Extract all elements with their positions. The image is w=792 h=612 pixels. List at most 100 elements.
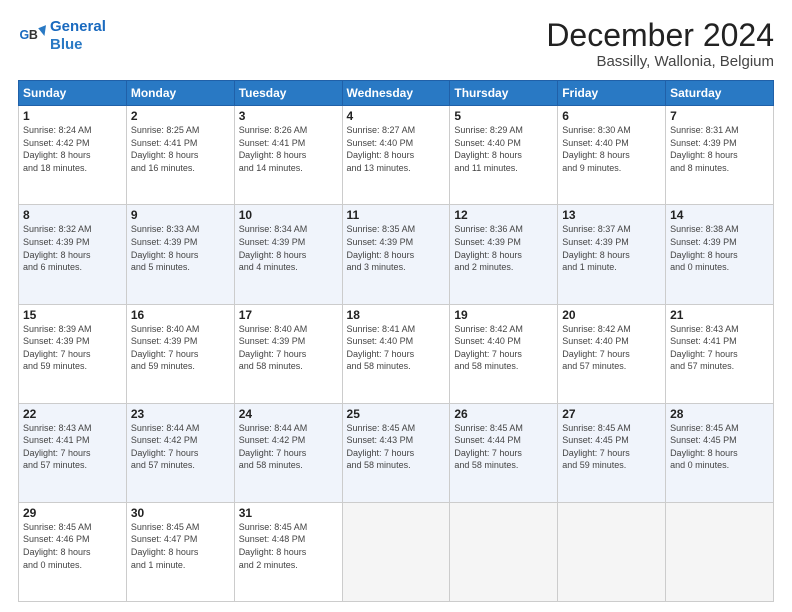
day-number: 12 <box>454 208 553 222</box>
day-number: 17 <box>239 308 338 322</box>
calendar-cell: 15Sunrise: 8:39 AMSunset: 4:39 PMDayligh… <box>19 304 127 403</box>
calendar-cell <box>342 502 450 601</box>
day-number: 28 <box>670 407 769 421</box>
day-number: 6 <box>562 109 661 123</box>
calendar-week-row: 1Sunrise: 8:24 AMSunset: 4:42 PMDaylight… <box>19 106 774 205</box>
logo-text: General Blue <box>50 18 106 54</box>
day-number: 5 <box>454 109 553 123</box>
day-info: Sunrise: 8:45 AMSunset: 4:47 PMDaylight:… <box>131 521 230 571</box>
day-info: Sunrise: 8:45 AMSunset: 4:45 PMDaylight:… <box>562 422 661 472</box>
day-number: 26 <box>454 407 553 421</box>
day-info: Sunrise: 8:33 AMSunset: 4:39 PMDaylight:… <box>131 223 230 273</box>
calendar-cell: 1Sunrise: 8:24 AMSunset: 4:42 PMDaylight… <box>19 106 127 205</box>
weekday-header-monday: Monday <box>126 81 234 106</box>
calendar-cell: 4Sunrise: 8:27 AMSunset: 4:40 PMDaylight… <box>342 106 450 205</box>
day-info: Sunrise: 8:30 AMSunset: 4:40 PMDaylight:… <box>562 124 661 174</box>
calendar-cell: 13Sunrise: 8:37 AMSunset: 4:39 PMDayligh… <box>558 205 666 304</box>
calendar-cell: 19Sunrise: 8:42 AMSunset: 4:40 PMDayligh… <box>450 304 558 403</box>
day-number: 2 <box>131 109 230 123</box>
day-info: Sunrise: 8:45 AMSunset: 4:46 PMDaylight:… <box>23 521 122 571</box>
weekday-header-row: SundayMondayTuesdayWednesdayThursdayFrid… <box>19 81 774 106</box>
calendar-cell: 14Sunrise: 8:38 AMSunset: 4:39 PMDayligh… <box>666 205 774 304</box>
day-number: 14 <box>670 208 769 222</box>
day-info: Sunrise: 8:45 AMSunset: 4:48 PMDaylight:… <box>239 521 338 571</box>
day-info: Sunrise: 8:34 AMSunset: 4:39 PMDaylight:… <box>239 223 338 273</box>
header: G B General Blue December 2024 Bassilly,… <box>18 18 774 70</box>
calendar-cell: 24Sunrise: 8:44 AMSunset: 4:42 PMDayligh… <box>234 403 342 502</box>
calendar-table: SundayMondayTuesdayWednesdayThursdayFrid… <box>18 80 774 602</box>
day-number: 20 <box>562 308 661 322</box>
day-number: 8 <box>23 208 122 222</box>
day-number: 31 <box>239 506 338 520</box>
day-number: 21 <box>670 308 769 322</box>
day-info: Sunrise: 8:42 AMSunset: 4:40 PMDaylight:… <box>562 323 661 373</box>
day-info: Sunrise: 8:26 AMSunset: 4:41 PMDaylight:… <box>239 124 338 174</box>
calendar-cell: 27Sunrise: 8:45 AMSunset: 4:45 PMDayligh… <box>558 403 666 502</box>
calendar-cell <box>558 502 666 601</box>
calendar-week-row: 15Sunrise: 8:39 AMSunset: 4:39 PMDayligh… <box>19 304 774 403</box>
day-info: Sunrise: 8:29 AMSunset: 4:40 PMDaylight:… <box>454 124 553 174</box>
title-block: December 2024 Bassilly, Wallonia, Belgiu… <box>546 18 774 70</box>
calendar-cell: 10Sunrise: 8:34 AMSunset: 4:39 PMDayligh… <box>234 205 342 304</box>
calendar-cell: 16Sunrise: 8:40 AMSunset: 4:39 PMDayligh… <box>126 304 234 403</box>
day-info: Sunrise: 8:43 AMSunset: 4:41 PMDaylight:… <box>23 422 122 472</box>
calendar-cell: 18Sunrise: 8:41 AMSunset: 4:40 PMDayligh… <box>342 304 450 403</box>
day-number: 22 <box>23 407 122 421</box>
logo-icon: G B <box>18 22 46 50</box>
day-info: Sunrise: 8:25 AMSunset: 4:41 PMDaylight:… <box>131 124 230 174</box>
calendar-cell: 8Sunrise: 8:32 AMSunset: 4:39 PMDaylight… <box>19 205 127 304</box>
day-info: Sunrise: 8:36 AMSunset: 4:39 PMDaylight:… <box>454 223 553 273</box>
day-info: Sunrise: 8:42 AMSunset: 4:40 PMDaylight:… <box>454 323 553 373</box>
day-info: Sunrise: 8:41 AMSunset: 4:40 PMDaylight:… <box>347 323 446 373</box>
day-info: Sunrise: 8:45 AMSunset: 4:45 PMDaylight:… <box>670 422 769 472</box>
calendar-cell: 22Sunrise: 8:43 AMSunset: 4:41 PMDayligh… <box>19 403 127 502</box>
day-info: Sunrise: 8:39 AMSunset: 4:39 PMDaylight:… <box>23 323 122 373</box>
day-info: Sunrise: 8:35 AMSunset: 4:39 PMDaylight:… <box>347 223 446 273</box>
day-number: 11 <box>347 208 446 222</box>
calendar-cell: 12Sunrise: 8:36 AMSunset: 4:39 PMDayligh… <box>450 205 558 304</box>
day-number: 23 <box>131 407 230 421</box>
weekday-header-saturday: Saturday <box>666 81 774 106</box>
svg-text:B: B <box>29 28 38 42</box>
day-info: Sunrise: 8:31 AMSunset: 4:39 PMDaylight:… <box>670 124 769 174</box>
svg-text:G: G <box>20 28 30 42</box>
page: G B General Blue December 2024 Bassilly,… <box>0 0 792 612</box>
calendar-cell: 17Sunrise: 8:40 AMSunset: 4:39 PMDayligh… <box>234 304 342 403</box>
day-info: Sunrise: 8:44 AMSunset: 4:42 PMDaylight:… <box>131 422 230 472</box>
month-title: December 2024 <box>546 18 774 53</box>
logo-line1: General <box>50 18 106 35</box>
calendar-cell: 20Sunrise: 8:42 AMSunset: 4:40 PMDayligh… <box>558 304 666 403</box>
calendar-cell: 3Sunrise: 8:26 AMSunset: 4:41 PMDaylight… <box>234 106 342 205</box>
calendar-cell: 9Sunrise: 8:33 AMSunset: 4:39 PMDaylight… <box>126 205 234 304</box>
logo-line2: Blue <box>50 36 106 54</box>
calendar-cell: 23Sunrise: 8:44 AMSunset: 4:42 PMDayligh… <box>126 403 234 502</box>
day-number: 19 <box>454 308 553 322</box>
calendar-cell: 26Sunrise: 8:45 AMSunset: 4:44 PMDayligh… <box>450 403 558 502</box>
calendar-cell: 7Sunrise: 8:31 AMSunset: 4:39 PMDaylight… <box>666 106 774 205</box>
weekday-header-wednesday: Wednesday <box>342 81 450 106</box>
day-number: 30 <box>131 506 230 520</box>
weekday-header-sunday: Sunday <box>19 81 127 106</box>
day-number: 3 <box>239 109 338 123</box>
day-number: 13 <box>562 208 661 222</box>
day-number: 25 <box>347 407 446 421</box>
day-info: Sunrise: 8:37 AMSunset: 4:39 PMDaylight:… <box>562 223 661 273</box>
day-number: 1 <box>23 109 122 123</box>
day-info: Sunrise: 8:32 AMSunset: 4:39 PMDaylight:… <box>23 223 122 273</box>
calendar-cell: 6Sunrise: 8:30 AMSunset: 4:40 PMDaylight… <box>558 106 666 205</box>
day-info: Sunrise: 8:24 AMSunset: 4:42 PMDaylight:… <box>23 124 122 174</box>
day-number: 10 <box>239 208 338 222</box>
day-number: 27 <box>562 407 661 421</box>
logo: G B General Blue <box>18 18 106 54</box>
calendar-cell: 21Sunrise: 8:43 AMSunset: 4:41 PMDayligh… <box>666 304 774 403</box>
weekday-header-thursday: Thursday <box>450 81 558 106</box>
calendar-cell: 2Sunrise: 8:25 AMSunset: 4:41 PMDaylight… <box>126 106 234 205</box>
day-number: 9 <box>131 208 230 222</box>
day-info: Sunrise: 8:44 AMSunset: 4:42 PMDaylight:… <box>239 422 338 472</box>
day-number: 16 <box>131 308 230 322</box>
calendar-week-row: 22Sunrise: 8:43 AMSunset: 4:41 PMDayligh… <box>19 403 774 502</box>
day-info: Sunrise: 8:38 AMSunset: 4:39 PMDaylight:… <box>670 223 769 273</box>
day-info: Sunrise: 8:45 AMSunset: 4:44 PMDaylight:… <box>454 422 553 472</box>
calendar-cell: 25Sunrise: 8:45 AMSunset: 4:43 PMDayligh… <box>342 403 450 502</box>
day-number: 15 <box>23 308 122 322</box>
